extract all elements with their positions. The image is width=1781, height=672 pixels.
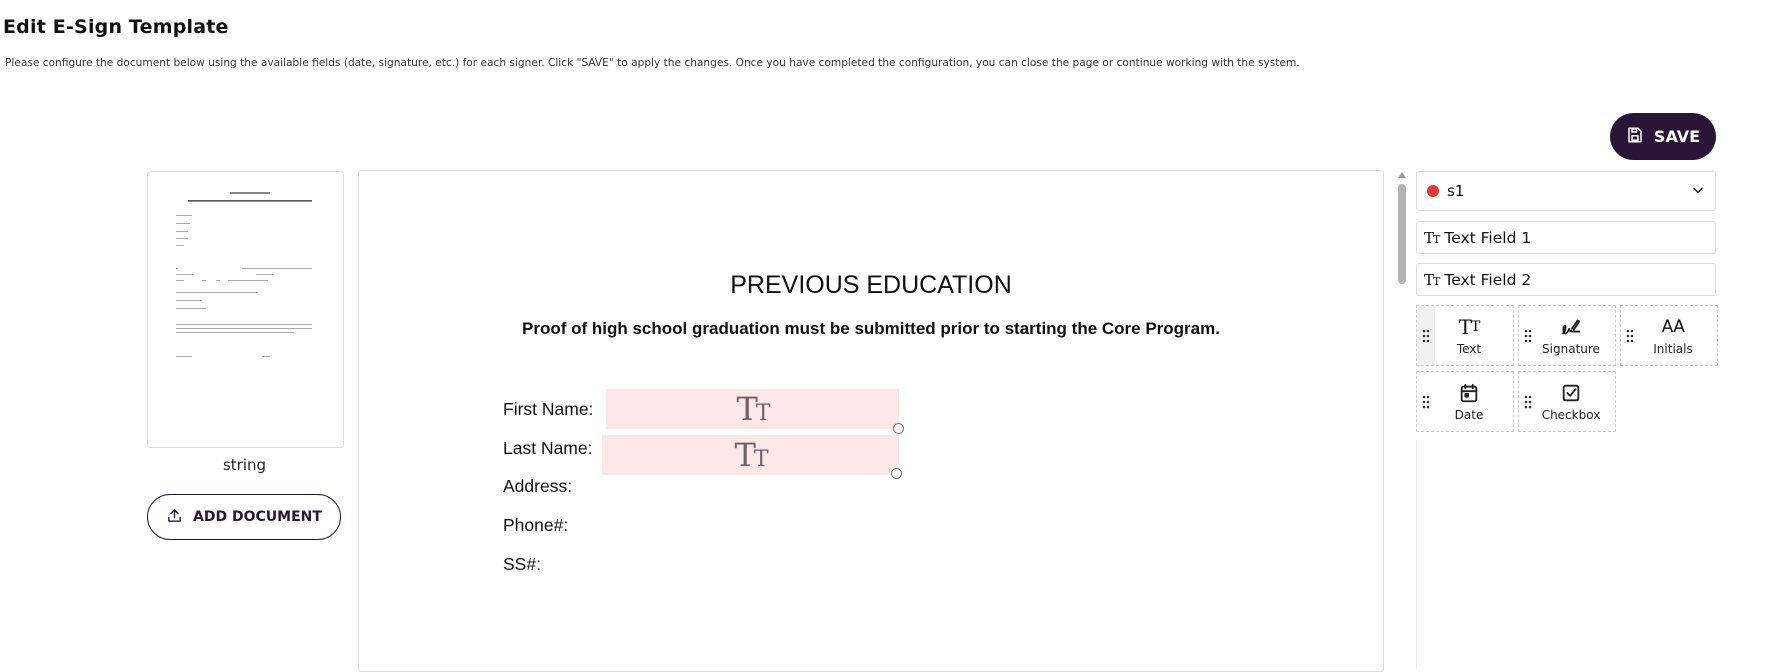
document-title: PREVIOUS EDUCATION [730, 271, 1012, 299]
document-label-address: Address: [503, 476, 573, 496]
tool-label: Date [1454, 407, 1484, 422]
checkbox-icon [1560, 382, 1582, 404]
tool-label: Signature [1542, 341, 1600, 356]
tool-checkbox[interactable]: Checkbox [1518, 371, 1616, 432]
document-thumbnail[interactable] [147, 171, 344, 448]
text-icon: TT [734, 436, 768, 474]
document-label-first-name: First Name: [503, 399, 594, 419]
signer-name: s1 [1447, 182, 1465, 200]
resize-handle[interactable] [893, 423, 904, 434]
signer-color-dot [1427, 185, 1439, 197]
save-button[interactable]: SAVE [1610, 113, 1716, 160]
scroll-up-arrow-icon[interactable] [1398, 172, 1406, 178]
tool-signature[interactable]: Signature [1518, 305, 1616, 366]
initials-icon: AA [1661, 316, 1685, 337]
text-icon: TT [1424, 270, 1440, 289]
text-icon: TT [736, 390, 770, 428]
scrollbar-thumb[interactable] [1398, 184, 1406, 284]
tool-label: Initials [1653, 341, 1693, 356]
document-label-last-name: Last Name: [503, 438, 593, 458]
placed-text-field-2[interactable]: TT [602, 435, 899, 475]
tool-initials[interactable]: AA Initials [1620, 305, 1718, 366]
drag-handle-icon[interactable] [1417, 372, 1435, 431]
document-viewer[interactable]: PREVIOUS EDUCATION Proof of high school … [358, 170, 1384, 672]
tool-text[interactable]: TT Text [1416, 305, 1514, 366]
document-name: string [222, 456, 267, 474]
drag-handle-icon[interactable] [1621, 306, 1639, 365]
save-icon [1626, 126, 1644, 148]
drag-handle-icon[interactable] [1519, 306, 1537, 365]
tool-label: Text [1456, 341, 1482, 356]
document-thumbnail-preview [176, 192, 312, 357]
page-title: Edit E-Sign Template [3, 16, 229, 38]
placed-text-field-1[interactable]: TT [606, 389, 899, 429]
panel-divider [1416, 440, 1417, 670]
document-label-phone: Phone#: [503, 515, 569, 535]
tool-label: Checkbox [1541, 407, 1601, 422]
signer-select[interactable]: s1 [1416, 171, 1716, 211]
field-list-item-label: Text Field 1 [1444, 228, 1532, 247]
resize-handle[interactable] [891, 468, 902, 479]
text-icon: TT [1424, 228, 1440, 247]
field-list-item[interactable]: TT Text Field 2 [1416, 263, 1716, 296]
instructions-text: Please configure the document below usin… [5, 57, 1300, 69]
viewer-scrollbar[interactable] [1396, 170, 1408, 670]
text-icon: TT [1458, 314, 1481, 339]
save-button-label: SAVE [1653, 127, 1701, 146]
field-list-item-label: Text Field 2 [1444, 270, 1532, 289]
chevron-down-icon [1691, 182, 1705, 201]
tool-date[interactable]: Date [1416, 371, 1514, 432]
signature-icon [1560, 316, 1582, 338]
document-subtitle: Proof of high school graduation must be … [522, 319, 1220, 338]
upload-icon [166, 507, 183, 528]
calendar-icon [1458, 382, 1480, 404]
field-list-item[interactable]: TT Text Field 1 [1416, 221, 1716, 254]
drag-handle-icon[interactable] [1417, 306, 1435, 365]
drag-handle-icon[interactable] [1519, 372, 1537, 431]
document-label-ssn: SS#: [503, 554, 541, 574]
add-document-label: ADD DOCUMENT [193, 509, 322, 525]
add-document-button[interactable]: ADD DOCUMENT [147, 494, 341, 540]
